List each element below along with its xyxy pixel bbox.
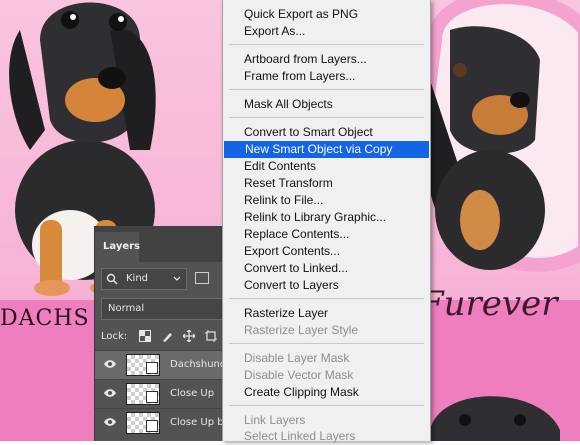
lock-position-icon[interactable] [183, 330, 195, 342]
layer-filter-kind-select[interactable]: Kind [101, 268, 187, 290]
canvas-title-text-right: Furever [420, 284, 558, 324]
smart-object-badge-icon [146, 362, 158, 374]
layer-row-dachshund[interactable]: Dachshund [95, 350, 227, 379]
menu-item-link-layers: Link Layers [244, 413, 306, 427]
menu-item-quick-export-png[interactable]: Quick Export as PNG [223, 6, 430, 23]
layers-panel: Layers Kind Normal Lock: Dachshund Close… [94, 226, 229, 441]
menu-separator [229, 117, 424, 118]
menu-item-new-smart-object-via-copy[interactable]: New Smart Object via Copy [224, 141, 429, 158]
layer-thumbnail [126, 354, 160, 376]
lock-artboard-icon[interactable] [205, 330, 217, 342]
lock-transparent-pixels-icon[interactable] [139, 330, 151, 342]
menu-item-disable-vector-mask: Disable Vector Mask [244, 368, 354, 382]
menu-separator [229, 44, 424, 45]
layer-row-close-up-bc[interactable]: Close Up bc [95, 408, 229, 437]
filter-pixel-layer-icon[interactable] [195, 272, 209, 284]
eye-icon[interactable] [103, 388, 117, 398]
eye-icon[interactable] [103, 359, 117, 369]
layer-name: Close Up bc [170, 417, 230, 428]
layer-name: Close Up [170, 388, 215, 399]
menu-separator [229, 298, 424, 299]
menu-item-mask-all-objects[interactable]: Mask All Objects [223, 96, 430, 113]
eye-icon[interactable] [103, 417, 117, 427]
layer-thumbnail [126, 383, 160, 405]
menu-item-artboard-from-layers[interactable]: Artboard from Layers... [223, 51, 430, 68]
blend-mode-select[interactable]: Normal [101, 298, 223, 320]
menu-item-export-as[interactable]: Export As... [223, 23, 430, 40]
smart-object-badge-icon [146, 420, 158, 432]
menu-item-rasterize-layer-style: Rasterize Layer Style [244, 323, 359, 337]
menu-separator [229, 343, 424, 344]
layer-filter-kind-label: Kind [126, 273, 149, 284]
menu-item-edit-contents[interactable]: Edit Contents [223, 158, 430, 175]
layer-context-menu: Quick Export as PNG Export As... Artboar… [222, 0, 431, 443]
menu-item-convert-to-layers[interactable]: Convert to Layers [223, 277, 430, 294]
layers-panel-tabbar: Layers [95, 226, 223, 262]
blend-mode-label: Normal [108, 303, 145, 314]
dachshund-illustration-right [423, 26, 545, 270]
dachshund-illustration-bottom [430, 396, 560, 441]
menu-item-select-linked-layers: Select Linked Layers [244, 429, 356, 443]
layer-name: Dachshund [170, 359, 227, 370]
menu-item-convert-to-linked[interactable]: Convert to Linked... [223, 260, 430, 277]
tab-layers[interactable]: Layers [95, 232, 140, 262]
menu-item-create-clipping-mask[interactable]: Create Clipping Mask [223, 384, 430, 401]
lock-image-pixels-icon[interactable] [161, 330, 173, 342]
layer-row-close-up[interactable]: Close Up [95, 379, 223, 408]
menu-item-convert-to-smart-object[interactable]: Convert to Smart Object [223, 124, 430, 141]
search-icon [106, 273, 118, 285]
layer-thumbnail [126, 412, 160, 434]
menu-item-frame-from-layers[interactable]: Frame from Layers... [223, 68, 430, 85]
lock-options: Lock: [101, 330, 223, 346]
menu-item-reset-transform[interactable]: Reset Transform [223, 175, 430, 192]
menu-item-replace-contents[interactable]: Replace Contents... [223, 226, 430, 243]
menu-separator [229, 405, 424, 406]
menu-item-rasterize-layer[interactable]: Rasterize Layer [223, 305, 430, 322]
chevron-down-icon [173, 276, 181, 281]
smart-object-badge-icon [146, 391, 158, 403]
canvas-title-text-left: DACHS [0, 306, 90, 331]
menu-item-relink-to-file[interactable]: Relink to File... [223, 192, 430, 209]
lock-label: Lock: [101, 331, 128, 342]
menu-item-disable-layer-mask: Disable Layer Mask [244, 351, 350, 365]
menu-separator [229, 89, 424, 90]
menu-item-relink-to-library-graphic[interactable]: Relink to Library Graphic... [223, 209, 430, 226]
menu-item-export-contents[interactable]: Export Contents... [223, 243, 430, 260]
